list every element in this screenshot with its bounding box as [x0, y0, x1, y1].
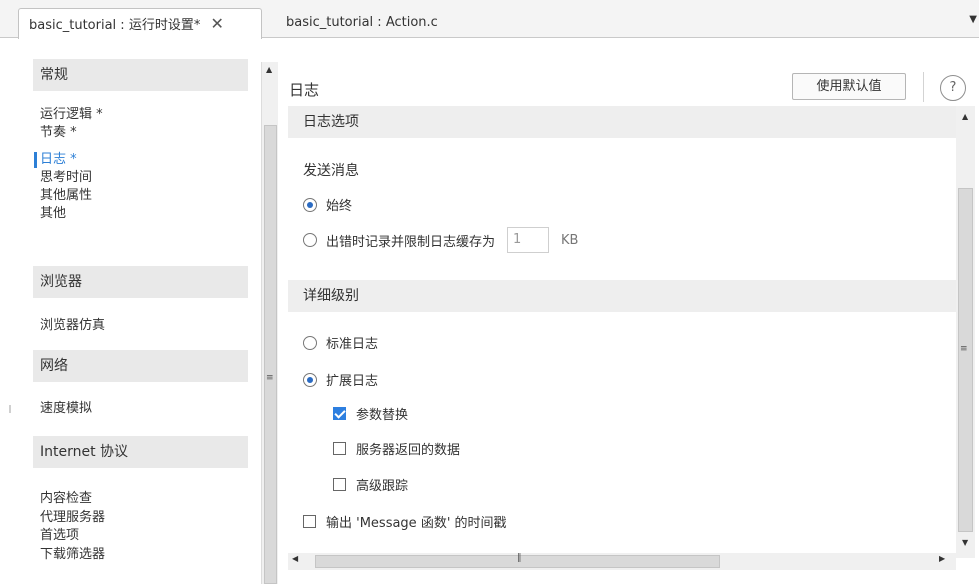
- radio-extended-log-label: 扩展日志: [326, 374, 379, 389]
- editor-tab-bar: basic_tutorial : 运行时设置* ✕ basic_tutorial…: [0, 0, 979, 39]
- radio-standard-log[interactable]: 标准日志: [303, 333, 378, 352]
- radio-standard-log-button[interactable]: [303, 335, 317, 350]
- nav-item-other[interactable]: 其他: [40, 205, 66, 222]
- checkbox-server-data-box[interactable]: [333, 442, 346, 455]
- content-scrollbar-thumb[interactable]: [958, 188, 973, 532]
- radio-always[interactable]: 始终: [303, 195, 352, 214]
- nav-scrollbar-thumb[interactable]: [264, 125, 277, 584]
- checkbox-server-data[interactable]: 服务器返回的数据: [333, 439, 460, 458]
- radio-on-error-button[interactable]: [303, 233, 317, 247]
- grip-icon: ≡: [266, 373, 274, 383]
- help-icon[interactable]: ?: [940, 75, 966, 101]
- radio-standard-log-label: 标准日志: [326, 337, 379, 352]
- panel-title: 日志: [289, 81, 320, 99]
- settings-nav: 常规 运行逻辑 * 节奏 * 日志 * 思考时间 其他属性 其他 浏览器 浏览器…: [0, 39, 259, 584]
- scroll-up-arrow-icon[interactable]: ▲: [962, 112, 968, 121]
- close-icon[interactable]: ✕: [210, 9, 223, 39]
- checkbox-advanced-trace-box[interactable]: [333, 478, 346, 491]
- checkbox-timestamp-label: 输出 'Message 函数' 的时间戳: [326, 516, 507, 531]
- nav-item-browser-emulation[interactable]: 浏览器仿真: [40, 317, 105, 334]
- grip-icon: ‖: [517, 553, 522, 563]
- nav-item-download-filter[interactable]: 下载筛选器: [40, 546, 105, 563]
- nav-item-log[interactable]: 日志 *: [40, 151, 77, 168]
- nav-group-internet[interactable]: Internet 协议: [33, 436, 248, 468]
- chevron-down-icon[interactable]: ▼: [969, 14, 977, 25]
- tab-action-c-label: basic_tutorial : Action.c: [286, 15, 438, 30]
- scroll-right-arrow-icon[interactable]: ▶: [939, 554, 945, 563]
- radio-on-error-label: 出错时记录并限制日志缓存为: [326, 234, 496, 250]
- nav-item-misc-properties[interactable]: 其他属性: [40, 187, 92, 204]
- nav-item-think-time[interactable]: 思考时间: [40, 169, 92, 186]
- scroll-left-arrow-icon[interactable]: ◀: [292, 554, 298, 563]
- radio-always-button[interactable]: [303, 197, 317, 212]
- tab-runtime-settings-label: basic_tutorial : 运行时设置*: [29, 18, 201, 33]
- log-settings-panel: 日志 使用默认值 ? 日志选项 发送消息 始终 出错时记录并限制日志缓存为 1 …: [288, 62, 979, 584]
- section-detail-level: 详细级别: [288, 280, 956, 312]
- nav-group-general[interactable]: 常规: [33, 59, 248, 91]
- selection-indicator: [34, 152, 37, 168]
- radio-extended-log-button[interactable]: [303, 372, 317, 387]
- radio-always-label: 始终: [326, 199, 353, 214]
- splitter-handle[interactable]: [9, 405, 11, 413]
- section-log-options: 日志选项: [288, 106, 956, 138]
- tab-action-c[interactable]: basic_tutorial : Action.c: [276, 8, 448, 39]
- nav-group-network[interactable]: 网络: [33, 350, 248, 382]
- content-vertical-scrollbar[interactable]: ▲ ≡ ▼: [956, 106, 975, 558]
- content-horizontal-scrollbar[interactable]: ◀ ‖ ▶: [288, 553, 956, 570]
- log-cache-size-input[interactable]: 1: [507, 227, 550, 253]
- nav-item-pacing[interactable]: 节奏 *: [40, 124, 77, 141]
- tab-runtime-settings[interactable]: basic_tutorial : 运行时设置* ✕: [18, 8, 262, 39]
- nav-item-preferences[interactable]: 首选项: [40, 527, 79, 544]
- grip-icon: ≡: [960, 344, 968, 354]
- checkbox-param-subst[interactable]: 参数替换: [333, 404, 408, 423]
- nav-item-proxy[interactable]: 代理服务器: [40, 509, 105, 526]
- radio-extended-log[interactable]: 扩展日志: [303, 370, 378, 389]
- send-messages-label: 发送消息: [303, 163, 359, 179]
- nav-group-browser[interactable]: 浏览器: [33, 266, 248, 298]
- nav-item-speed-simulation[interactable]: 速度模拟: [40, 400, 92, 417]
- checkbox-advanced-trace[interactable]: 高级跟踪: [333, 475, 408, 494]
- settings-content: 日志选项 发送消息 始终 出错时记录并限制日志缓存为 1 KB 详细级别 标准日…: [288, 106, 956, 558]
- use-defaults-button[interactable]: 使用默认值: [792, 73, 906, 100]
- toolbar-divider: [923, 72, 924, 102]
- scroll-up-arrow-icon[interactable]: ▲: [266, 65, 272, 74]
- checkbox-advanced-trace-label: 高级跟踪: [356, 479, 409, 494]
- log-cache-unit: KB: [561, 232, 579, 248]
- checkbox-server-data-label: 服务器返回的数据: [356, 443, 461, 458]
- checkbox-param-subst-box[interactable]: [333, 407, 346, 420]
- scroll-down-arrow-icon[interactable]: ▼: [962, 538, 968, 547]
- nav-item-content-check[interactable]: 内容检查: [40, 490, 92, 507]
- radio-on-error[interactable]: 出错时记录并限制日志缓存为 1 KB: [303, 227, 578, 253]
- checkbox-param-subst-label: 参数替换: [356, 408, 409, 423]
- nav-scrollbar[interactable]: ▲ ≡: [261, 62, 278, 584]
- checkbox-timestamp-box[interactable]: [303, 515, 316, 528]
- checkbox-timestamp[interactable]: 输出 'Message 函数' 的时间戳: [303, 512, 507, 531]
- nav-item-run-logic[interactable]: 运行逻辑 *: [40, 106, 103, 123]
